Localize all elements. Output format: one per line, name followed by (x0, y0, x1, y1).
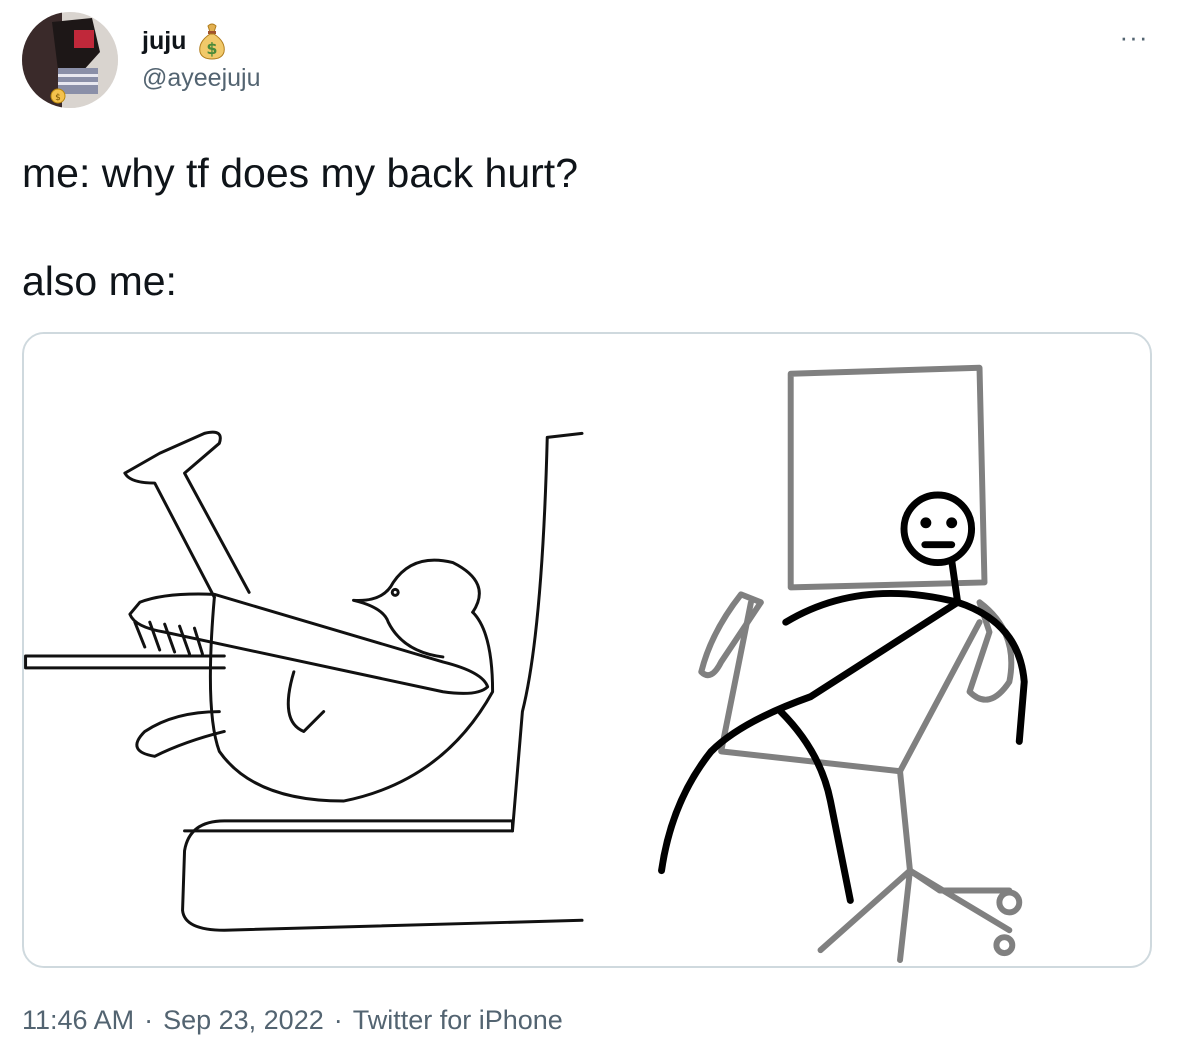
author-handle[interactable]: @ayeejuju (142, 64, 261, 93)
display-name[interactable]: juju (142, 27, 186, 56)
meta-separator: · (333, 1005, 343, 1035)
meta-separator: · (144, 1005, 154, 1035)
money-bag-icon: $ (199, 23, 226, 60)
tweet-meta: 11:46 AM · Sep 23, 2022 · Twitter for iP… (22, 1005, 563, 1036)
tweet-media[interactable] (22, 332, 1152, 968)
tweet-text: me: why tf does my back hurt? also me: (22, 150, 579, 304)
tweet-time[interactable]: 11:46 AM (22, 1005, 134, 1036)
tweet-date[interactable]: Sep 23, 2022 (163, 1005, 324, 1036)
tweet-source[interactable]: Twitter for iPhone (353, 1005, 563, 1036)
avatar-image: $ (22, 12, 118, 108)
more-options-icon[interactable]: ··· (1112, 22, 1156, 52)
svg-text:$: $ (55, 93, 61, 103)
avatar[interactable]: $ (22, 12, 118, 108)
author-name-row[interactable]: juju $ (142, 22, 228, 60)
svg-text:$: $ (207, 39, 218, 58)
meme-image (24, 334, 1149, 966)
